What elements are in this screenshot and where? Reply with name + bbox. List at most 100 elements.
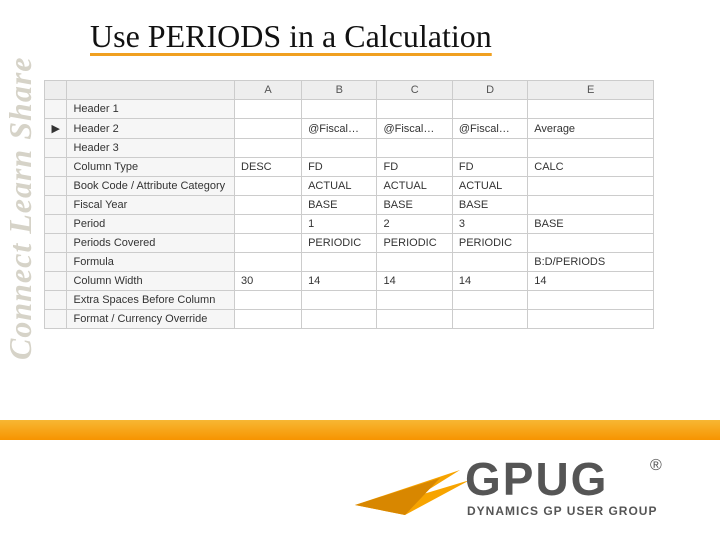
cell-header1-b[interactable] (302, 100, 377, 119)
row-indicator (45, 215, 67, 234)
cell-coltype-c[interactable]: FD (377, 158, 452, 177)
row-column-width[interactable]: Column Width 30 14 14 14 14 (45, 272, 654, 291)
cell-header3-b[interactable] (302, 139, 377, 158)
cell-es-a[interactable] (235, 291, 302, 310)
cell-fy-a[interactable] (235, 196, 302, 215)
cell-es-c[interactable] (377, 291, 452, 310)
col-head-d[interactable]: D (452, 81, 527, 100)
cell-cw-b[interactable]: 14 (302, 272, 377, 291)
cell-formula-c[interactable] (377, 253, 452, 272)
cell-book-c[interactable]: ACTUAL (377, 177, 452, 196)
logo-reg: ® (650, 457, 662, 474)
cell-book-b[interactable]: ACTUAL (302, 177, 377, 196)
row-indicator (45, 196, 67, 215)
cell-fy-d[interactable]: BASE (452, 196, 527, 215)
cell-pc-e[interactable] (528, 234, 654, 253)
rowlabel-column-width: Column Width (67, 272, 235, 291)
cell-fmt-a[interactable] (235, 310, 302, 329)
cell-formula-a[interactable] (235, 253, 302, 272)
cell-fmt-c[interactable] (377, 310, 452, 329)
cell-fmt-e[interactable] (528, 310, 654, 329)
cell-coltype-d[interactable]: FD (452, 158, 527, 177)
cell-header3-c[interactable] (377, 139, 452, 158)
cell-header1-a[interactable] (235, 100, 302, 119)
cell-es-b[interactable] (302, 291, 377, 310)
row-fiscal-year[interactable]: Fiscal Year BASE BASE BASE (45, 196, 654, 215)
cell-header2-e[interactable]: Average (528, 119, 654, 139)
rowlabel-period: Period (67, 215, 235, 234)
cell-es-e[interactable] (528, 291, 654, 310)
cell-pc-a[interactable] (235, 234, 302, 253)
cell-pc-d[interactable]: PERIODIC (452, 234, 527, 253)
cell-book-d[interactable]: ACTUAL (452, 177, 527, 196)
cell-header1-d[interactable] (452, 100, 527, 119)
cell-cw-c[interactable]: 14 (377, 272, 452, 291)
page-title: Use PERIODS in a Calculation (90, 18, 492, 55)
grid-table[interactable]: A B C D E Header 1 ▶ Header 2 @Fiscal… @… (44, 80, 654, 329)
cell-coltype-e[interactable]: CALC (528, 158, 654, 177)
cell-header3-e[interactable] (528, 139, 654, 158)
row-period[interactable]: Period 1 2 3 BASE (45, 215, 654, 234)
row-indicator (45, 100, 67, 119)
cell-header1-e[interactable] (528, 100, 654, 119)
col-head-b[interactable]: B (302, 81, 377, 100)
cell-header3-d[interactable] (452, 139, 527, 158)
cell-header2-d[interactable]: @Fiscal… (452, 119, 527, 139)
logo-text-top: GPUG (465, 453, 608, 505)
cell-header2-a[interactable] (235, 119, 302, 139)
cell-period-c[interactable]: 2 (377, 215, 452, 234)
row-header2[interactable]: ▶ Header 2 @Fiscal… @Fiscal… @Fiscal… Av… (45, 119, 654, 139)
row-column-type[interactable]: Column Type DESC FD FD FD CALC (45, 158, 654, 177)
cell-coltype-b[interactable]: FD (302, 158, 377, 177)
row-format-override[interactable]: Format / Currency Override (45, 310, 654, 329)
rowlabel-periods-covered: Periods Covered (67, 234, 235, 253)
column-header-row[interactable]: A B C D E (45, 81, 654, 100)
grid-rowhdr-head (67, 81, 235, 100)
column-layout-grid[interactable]: A B C D E Header 1 ▶ Header 2 @Fiscal… @… (44, 80, 654, 329)
cell-formula-e[interactable]: B:D/PERIODS (528, 253, 654, 272)
row-indicator (45, 253, 67, 272)
cell-es-d[interactable] (452, 291, 527, 310)
rowlabel-column-type: Column Type (67, 158, 235, 177)
cell-book-a[interactable] (235, 177, 302, 196)
row-header1[interactable]: Header 1 (45, 100, 654, 119)
row-periods-covered[interactable]: Periods Covered PERIODIC PERIODIC PERIOD… (45, 234, 654, 253)
row-indicator (45, 139, 67, 158)
grid-corner (45, 81, 67, 100)
logo-arrow-icon (355, 470, 470, 515)
footer: GPUG ® DYNAMICS GP USER GROUP (0, 420, 720, 540)
rowlabel-format-override: Format / Currency Override (67, 310, 235, 329)
cell-formula-d[interactable] (452, 253, 527, 272)
cell-pc-c[interactable]: PERIODIC (377, 234, 452, 253)
col-head-e[interactable]: E (528, 81, 654, 100)
row-header3[interactable]: Header 3 (45, 139, 654, 158)
rowlabel-extra-spaces: Extra Spaces Before Column (67, 291, 235, 310)
cell-header1-c[interactable] (377, 100, 452, 119)
cell-period-d[interactable]: 3 (452, 215, 527, 234)
cell-fy-c[interactable]: BASE (377, 196, 452, 215)
row-formula[interactable]: Formula B:D/PERIODS (45, 253, 654, 272)
cell-fy-b[interactable]: BASE (302, 196, 377, 215)
rowlabel-header1: Header 1 (67, 100, 235, 119)
cell-period-e[interactable]: BASE (528, 215, 654, 234)
col-head-c[interactable]: C (377, 81, 452, 100)
cell-cw-d[interactable]: 14 (452, 272, 527, 291)
cell-cw-e[interactable]: 14 (528, 272, 654, 291)
cell-header2-c[interactable]: @Fiscal… (377, 119, 452, 139)
row-indicator (45, 291, 67, 310)
cell-fmt-b[interactable] (302, 310, 377, 329)
cell-header2-b[interactable]: @Fiscal… (302, 119, 377, 139)
cell-formula-b[interactable] (302, 253, 377, 272)
cell-fy-e[interactable] (528, 196, 654, 215)
row-book-code[interactable]: Book Code / Attribute Category ACTUAL AC… (45, 177, 654, 196)
cell-header3-a[interactable] (235, 139, 302, 158)
cell-coltype-a[interactable]: DESC (235, 158, 302, 177)
col-head-a[interactable]: A (235, 81, 302, 100)
cell-pc-b[interactable]: PERIODIC (302, 234, 377, 253)
cell-period-a[interactable] (235, 215, 302, 234)
cell-period-b[interactable]: 1 (302, 215, 377, 234)
cell-book-e[interactable] (528, 177, 654, 196)
cell-fmt-d[interactable] (452, 310, 527, 329)
row-extra-spaces[interactable]: Extra Spaces Before Column (45, 291, 654, 310)
cell-cw-a[interactable]: 30 (235, 272, 302, 291)
